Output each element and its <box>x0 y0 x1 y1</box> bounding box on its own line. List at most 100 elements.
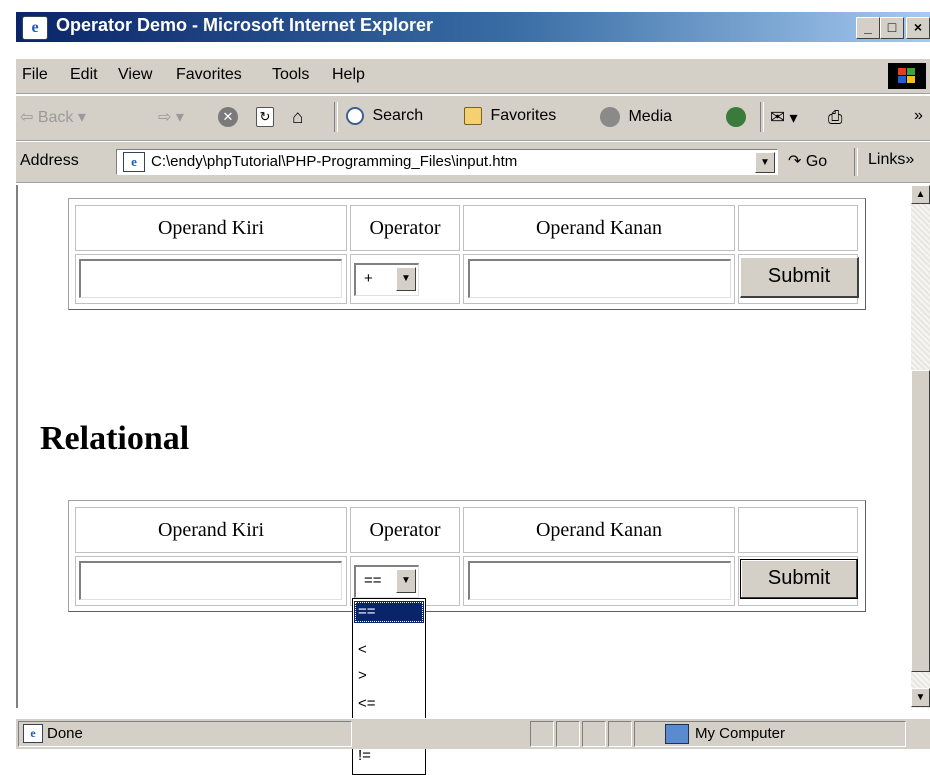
history-icon <box>726 107 746 127</box>
print-icon: ⎙ <box>828 107 843 127</box>
operator-select-value: + <box>364 270 373 287</box>
forward-button[interactable]: ⇨ ▾ <box>158 107 184 127</box>
home-icon: ⌂ <box>292 107 304 128</box>
ie-page-icon: e <box>23 724 43 743</box>
status-pane <box>608 721 632 747</box>
arithmetic-form-table: Operand Kiri Operator Operand Kanan + ▼ … <box>68 198 866 310</box>
back-arrow-icon: ⇦ <box>20 109 34 126</box>
home-button[interactable]: ⌂ <box>292 107 303 129</box>
go-button[interactable]: ↷ Go <box>788 151 827 171</box>
menu-help[interactable]: Help <box>332 66 365 84</box>
back-label: Back <box>37 109 74 126</box>
address-input[interactable]: e C:\endy\phpTutorial\PHP-Programming_Fi… <box>116 149 778 175</box>
option-greater-than[interactable]: > <box>354 665 424 687</box>
toolbar: ⇦ Back ▾ ⇨ ▾ ✕ ↻ ⌂ Search Favorites Medi… <box>16 96 930 141</box>
links-label: Links <box>868 151 906 168</box>
go-arrow-icon: ↷ <box>788 153 802 170</box>
chevron-down-icon[interactable]: ▼ <box>396 569 416 593</box>
status-zone: My Computer <box>695 725 786 742</box>
chevron-down-icon: ▾ <box>175 109 184 126</box>
stop-icon: ✕ <box>218 107 238 127</box>
status-zone-pane: My Computer <box>634 721 906 747</box>
address-bar: Address e C:\endy\phpTutorial\PHP-Progra… <box>16 142 930 183</box>
search-icon <box>346 107 364 125</box>
status-pane <box>582 721 606 747</box>
print-button[interactable]: ⎙ <box>828 107 842 128</box>
mail-button[interactable]: ✉ ▾ <box>770 107 798 128</box>
title-bar[interactable]: e Operator Demo - Microsoft Internet Exp… <box>16 12 930 42</box>
ie-logo-icon: e <box>22 16 48 40</box>
vertical-scrollbar[interactable]: ▲ ▼ <box>911 185 930 708</box>
toolbar-divider <box>760 102 764 132</box>
go-label: Go <box>805 153 828 170</box>
window-title: Operator Demo - Microsoft Internet Explo… <box>56 15 434 35</box>
minimize-button[interactable]: _ <box>856 17 880 39</box>
chevron-down-icon: ▾ <box>789 110 798 127</box>
media-button[interactable]: Media <box>600 107 672 127</box>
scrollbar-thumb[interactable] <box>911 370 930 672</box>
toolbar-divider <box>334 102 338 132</box>
section-title: Relational <box>40 420 190 457</box>
scroll-up-icon[interactable]: ▲ <box>911 185 930 204</box>
computer-icon <box>665 724 689 744</box>
scroll-down-icon[interactable]: ▼ <box>911 688 930 707</box>
chevron-down-icon[interactable]: ▼ <box>396 267 416 291</box>
menu-file[interactable]: File <box>22 66 48 84</box>
status-text: Done <box>47 725 83 742</box>
refresh-button[interactable]: ↻ <box>256 107 278 127</box>
submit-button[interactable]: Submit <box>740 257 859 298</box>
history-button[interactable] <box>726 107 750 127</box>
header-empty <box>738 507 858 553</box>
header-operand-kanan: Operand Kanan <box>463 205 735 251</box>
header-empty <box>738 205 858 251</box>
stop-button[interactable]: ✕ <box>218 107 242 127</box>
operator-select[interactable]: + ▼ <box>354 263 419 296</box>
search-button[interactable]: Search <box>346 107 423 125</box>
operator-select-value: == <box>364 572 382 589</box>
header-operand-kiri: Operand Kiri <box>75 507 347 553</box>
favorites-icon <box>464 107 482 125</box>
option-less-equal[interactable]: <= <box>354 693 424 715</box>
left-operand-input[interactable] <box>79 561 342 600</box>
refresh-icon: ↻ <box>256 107 274 127</box>
relational-form-table: Operand Kiri Operator Operand Kanan == ▼… <box>68 500 866 612</box>
links-button[interactable]: Links» <box>868 151 914 169</box>
media-label: Media <box>628 108 673 126</box>
submit-button[interactable]: Submit <box>740 559 858 599</box>
menu-edit[interactable]: Edit <box>70 66 98 84</box>
links-overflow: » <box>905 151 915 168</box>
status-pane <box>530 721 554 747</box>
search-label: Search <box>372 107 424 125</box>
mail-icon: ✉ <box>770 107 786 127</box>
right-operand-input[interactable] <box>468 561 731 600</box>
address-dropdown-button[interactable]: ▼ <box>755 152 775 173</box>
toolbar-overflow[interactable]: » <box>914 107 923 125</box>
address-url: C:\endy\phpTutorial\PHP-Programming_File… <box>151 153 518 170</box>
header-operand-kanan: Operand Kanan <box>463 507 735 553</box>
option-equal[interactable]: == <box>354 601 424 623</box>
menu-bar: File Edit View Favorites Tools Help <box>16 59 930 94</box>
page-icon: e <box>123 152 145 172</box>
header-operand-kiri: Operand Kiri <box>75 205 347 251</box>
maximize-button[interactable]: □ <box>880 17 904 39</box>
status-bar: e Done My Computer <box>16 718 930 749</box>
close-button[interactable]: × <box>906 17 930 39</box>
media-icon <box>600 107 620 127</box>
address-label: Address <box>20 152 79 169</box>
forward-arrow-icon: ⇨ <box>158 109 172 126</box>
menu-tools[interactable]: Tools <box>272 66 309 84</box>
menu-view[interactable]: View <box>118 66 152 84</box>
favorites-button[interactable]: Favorites <box>464 107 556 125</box>
menu-favorites[interactable]: Favorites <box>176 66 242 84</box>
header-operator: Operator <box>350 205 460 251</box>
header-operator: Operator <box>350 507 460 553</box>
status-pane <box>556 721 580 747</box>
address-divider <box>854 148 858 176</box>
back-button[interactable]: ⇦ Back ▾ <box>20 107 86 127</box>
chevron-down-icon: ▾ <box>77 109 86 126</box>
relational-operator-select[interactable]: == ▼ <box>354 565 419 598</box>
favorites-label: Favorites <box>490 107 557 125</box>
option-less-than[interactable]: < <box>354 639 424 661</box>
left-operand-input[interactable] <box>79 259 342 298</box>
right-operand-input[interactable] <box>468 259 731 298</box>
